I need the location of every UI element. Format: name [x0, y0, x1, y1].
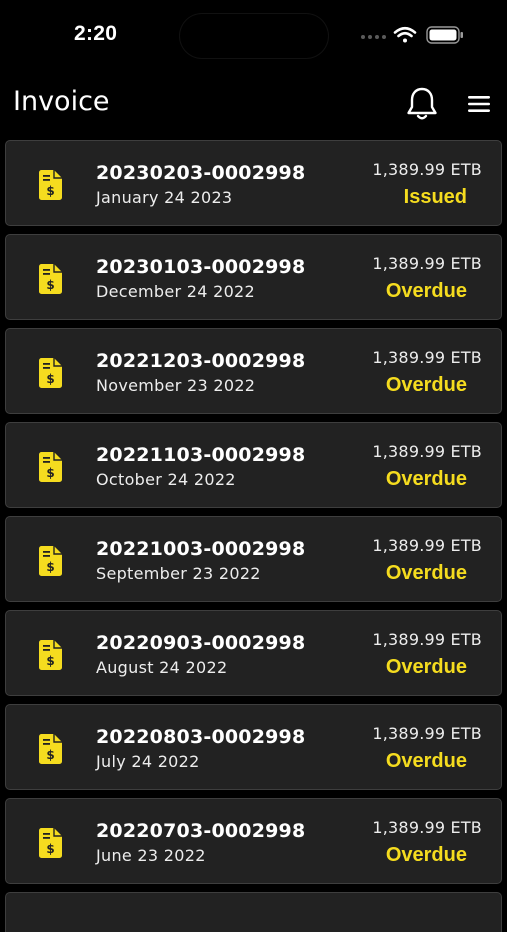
invoice-amount: 1,389.99 ETB — [372, 160, 482, 179]
invoice-card[interactable]: $ 20220903-0002998 August 24 2022 1,389.… — [5, 610, 502, 696]
invoice-amount: 1,389.99 ETB — [372, 536, 482, 555]
invoice-status-badge: Overdue — [385, 374, 467, 396]
invoice-number: 20230203-0002998 — [96, 162, 306, 184]
svg-text:$: $ — [46, 184, 54, 198]
battery-icon — [426, 26, 463, 44]
invoice-number: 20220703-0002998 — [96, 820, 306, 842]
invoice-card[interactable]: $ 20220803-0002998 July 24 2022 1,389.99… — [5, 704, 502, 790]
invoice-status-badge: Overdue — [385, 750, 467, 772]
svg-text:$: $ — [46, 842, 54, 856]
invoice-status-badge: Issued — [403, 186, 467, 208]
status-icons — [361, 26, 463, 44]
invoice-dollar-icon: $ — [39, 640, 62, 670]
status-bar: 2:20 — [0, 0, 507, 70]
invoice-number: 20230103-0002998 — [96, 256, 306, 278]
svg-text:$: $ — [46, 654, 54, 668]
status-time: 2:20 — [74, 22, 118, 45]
invoice-amount: 1,389.99 ETB — [372, 818, 482, 837]
invoice-dollar-icon: $ — [39, 828, 62, 858]
invoice-date: June 23 2022 — [96, 846, 206, 865]
invoice-card[interactable]: $ 20221103-0002998 October 24 2022 1,389… — [5, 422, 502, 508]
invoice-number: 20220903-0002998 — [96, 632, 306, 654]
svg-text:$: $ — [46, 278, 54, 292]
notifications-button[interactable] — [405, 86, 439, 122]
invoice-amount: 1,389.99 ETB — [372, 724, 482, 743]
invoice-status-badge: Overdue — [385, 468, 467, 490]
invoice-card[interactable]: $ 20230203-0002998 January 24 2023 1,389… — [5, 140, 502, 226]
invoice-date: July 24 2022 — [96, 752, 200, 771]
invoice-status-badge: Overdue — [385, 656, 467, 678]
signal-icon — [361, 35, 386, 39]
svg-text:$: $ — [46, 372, 54, 386]
invoice-card[interactable]: $ 20221203-0002998 November 23 2022 1,38… — [5, 328, 502, 414]
invoice-date: October 24 2022 — [96, 470, 236, 489]
bell-icon — [407, 87, 437, 120]
invoice-status-badge: Overdue — [385, 280, 467, 302]
invoice-date: August 24 2022 — [96, 658, 228, 677]
invoice-card[interactable]: $ 20220703-0002998 June 23 2022 1,389.99… — [5, 798, 502, 884]
invoice-status-badge: Overdue — [385, 844, 467, 866]
invoice-card-partial[interactable] — [5, 892, 502, 932]
invoice-amount: 1,389.99 ETB — [372, 254, 482, 273]
svg-text:$: $ — [46, 466, 54, 480]
app-header: Invoice — [0, 70, 507, 138]
svg-text:$: $ — [46, 560, 54, 574]
invoice-date: November 23 2022 — [96, 376, 256, 395]
invoice-card[interactable]: $ 20230103-0002998 December 24 2022 1,38… — [5, 234, 502, 320]
invoice-number: 20221103-0002998 — [96, 444, 306, 466]
invoice-date: September 23 2022 — [96, 564, 261, 583]
invoice-amount: 1,389.99 ETB — [372, 348, 482, 367]
wifi-icon — [393, 26, 417, 43]
invoice-number: 20221203-0002998 — [96, 350, 306, 372]
invoice-dollar-icon: $ — [39, 452, 62, 482]
invoice-card[interactable]: $ 20221003-0002998 September 23 2022 1,3… — [5, 516, 502, 602]
invoice-dollar-icon: $ — [39, 264, 62, 294]
page-title: Invoice — [13, 86, 110, 117]
invoice-dollar-icon: $ — [39, 170, 62, 200]
invoice-amount: 1,389.99 ETB — [372, 442, 482, 461]
dynamic-island — [180, 14, 328, 58]
invoice-date: December 24 2022 — [96, 282, 256, 301]
invoice-dollar-icon: $ — [39, 734, 62, 764]
invoice-date: January 24 2023 — [96, 188, 233, 207]
menu-button[interactable] — [466, 92, 492, 116]
invoice-dollar-icon: $ — [39, 358, 62, 388]
invoice-status-badge: Overdue — [385, 562, 467, 584]
invoice-dollar-icon: $ — [39, 546, 62, 576]
invoice-number: 20221003-0002998 — [96, 538, 306, 560]
svg-text:$: $ — [46, 748, 54, 762]
invoice-amount: 1,389.99 ETB — [372, 630, 482, 649]
invoice-number: 20220803-0002998 — [96, 726, 306, 748]
hamburger-menu-icon — [468, 96, 490, 112]
